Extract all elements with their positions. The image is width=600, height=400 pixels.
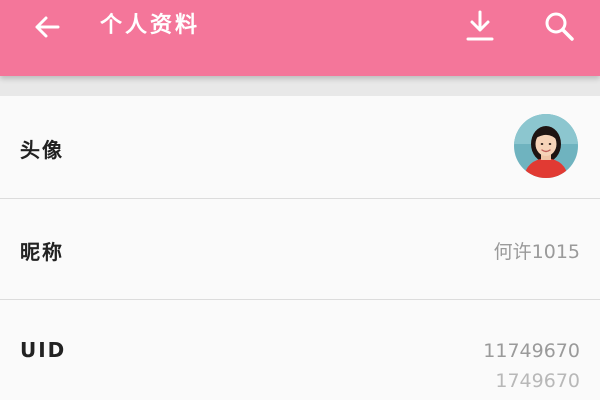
nickname-value: 何许1015 xyxy=(493,241,580,263)
uid-value: 11749670 xyxy=(483,340,580,362)
search-icon xyxy=(545,12,574,41)
back-button[interactable] xyxy=(30,10,64,44)
nickname-label: 昵称 xyxy=(20,240,64,264)
avatar-row[interactable]: 头像 xyxy=(0,96,600,199)
app-bar: 个人资料 xyxy=(0,0,600,76)
avatar-label: 头像 xyxy=(20,138,64,162)
arrow-left-icon xyxy=(35,16,60,38)
uid-row[interactable]: UID 11749670 1749670 xyxy=(0,300,600,400)
uid-label: UID xyxy=(20,338,67,362)
download-icon xyxy=(466,10,494,41)
uid-value-echo: 1749670 xyxy=(495,370,580,392)
avatar-image xyxy=(514,114,578,178)
search-button[interactable] xyxy=(540,8,578,44)
page-title: 个人资料 xyxy=(100,13,201,38)
download-button[interactable] xyxy=(462,8,498,44)
avatar[interactable] xyxy=(514,114,578,178)
nickname-row[interactable]: 昵称 何许1015 xyxy=(0,199,600,300)
section-divider xyxy=(0,76,600,96)
